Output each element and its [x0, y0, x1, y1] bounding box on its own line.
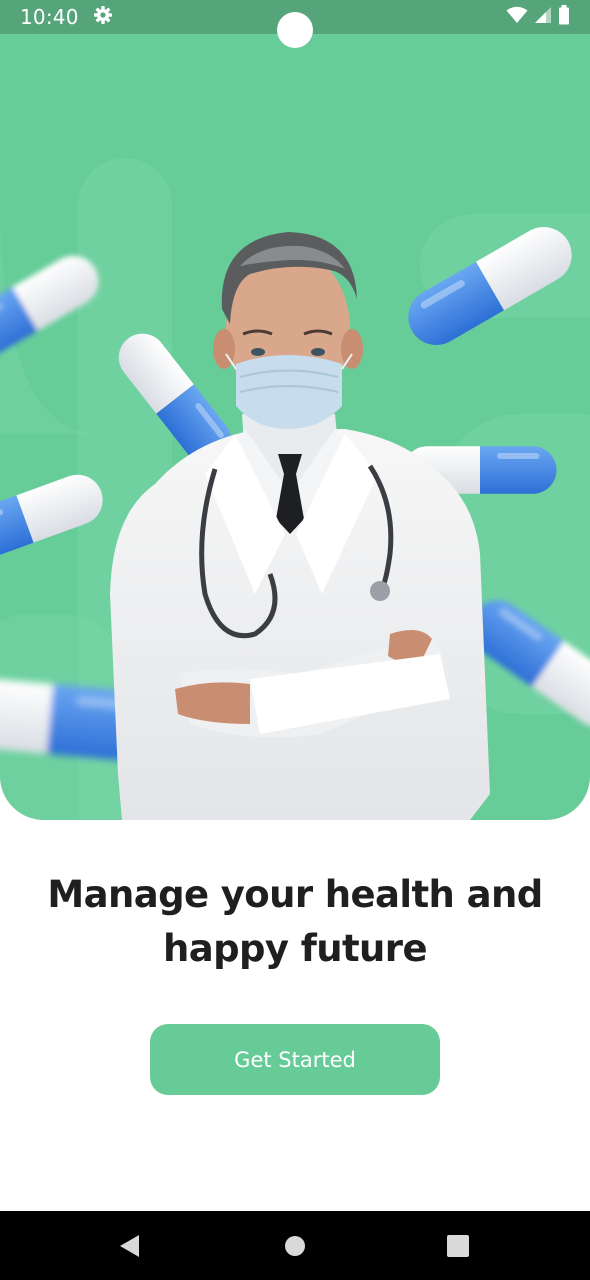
get-started-button[interactable]: Get Started [150, 1024, 440, 1095]
headline-line-2: happy future [163, 927, 427, 970]
settings-gear-icon [93, 5, 113, 30]
cellular-signal-icon [534, 6, 552, 29]
navigation-bar [0, 1211, 590, 1280]
hero-banner [0, 34, 590, 820]
home-circle-icon[interactable] [282, 1233, 308, 1259]
back-triangle-icon[interactable] [117, 1233, 143, 1259]
wifi-icon [506, 6, 528, 29]
headline: Manage your health and happy future [0, 868, 590, 976]
camera-cutout [277, 12, 313, 48]
recents-square-icon[interactable] [445, 1233, 471, 1259]
battery-icon [558, 4, 570, 30]
headline-line-1: Manage your health and [47, 873, 543, 916]
status-time: 10:40 [20, 5, 79, 29]
